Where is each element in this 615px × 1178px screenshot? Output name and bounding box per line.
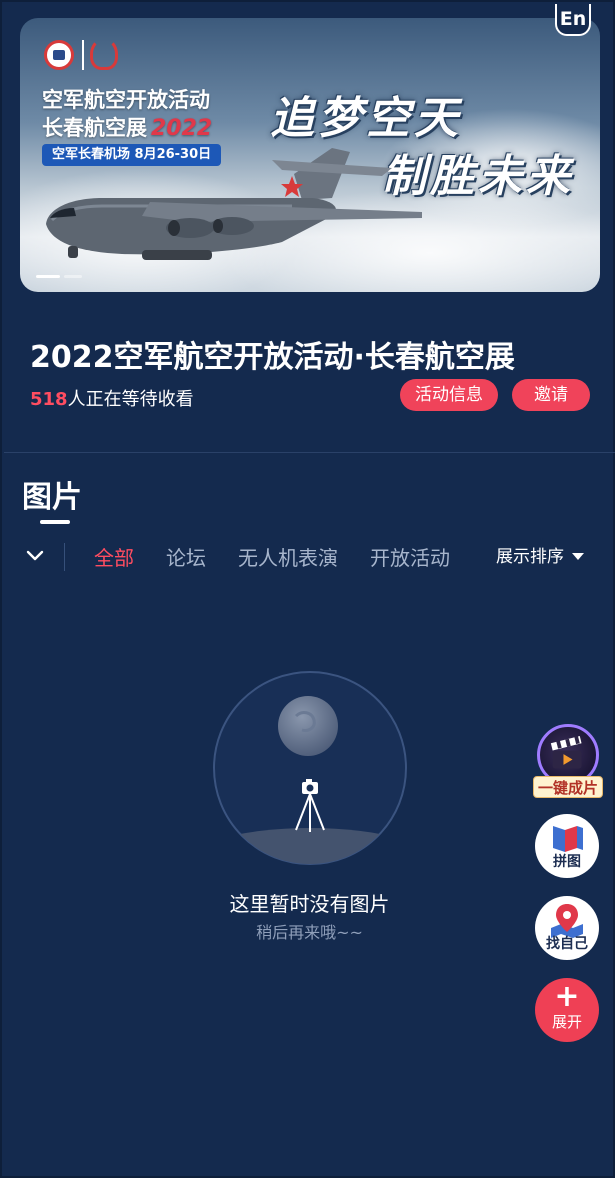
find-myself-label: 找自己	[546, 936, 588, 952]
pagination-dot-active[interactable]	[36, 275, 60, 278]
plus-icon: +	[554, 979, 580, 1014]
tab-forum[interactable]: 论坛	[166, 540, 206, 576]
event-banner[interactable]: 空军航空开放活动 长春航空展 2022 空军长春机场 8月26-30日 追梦空天 …	[20, 18, 600, 292]
airshow-logo-icon	[90, 38, 118, 70]
tabs-fade	[452, 538, 482, 578]
banner-title-line2: 长春航空展 2022	[42, 112, 212, 142]
banner-year: 2022	[151, 116, 213, 141]
empty-state-subtitle: 稍后再来哦~~	[256, 923, 363, 942]
banner-title-line1: 空军航空开放活动	[42, 88, 210, 112]
section-title-underline	[40, 520, 70, 524]
tab-drone-show[interactable]: 无人机表演	[238, 540, 338, 576]
category-tabs[interactable]: 全部 论坛 无人机表演 开放活动	[78, 540, 470, 576]
invite-button[interactable]: 邀请	[512, 379, 590, 411]
airforce-logo-icon	[44, 40, 74, 70]
event-title: 2022空军航空开放活动·长春航空展	[30, 340, 515, 375]
empty-photo-illustration	[213, 671, 407, 865]
one-click-video-button[interactable]: 一键成片	[531, 710, 603, 798]
viewer-count-suffix: 人正在等待收看	[67, 389, 194, 410]
section-divider	[4, 452, 615, 453]
sort-button[interactable]: 展示排序	[482, 542, 584, 572]
section-title: 图片	[22, 480, 82, 515]
collage-label: 拼图	[553, 854, 581, 870]
sort-label: 展示排序	[496, 547, 564, 567]
pagination-dot[interactable]	[64, 275, 82, 278]
event-info-button[interactable]: 活动信息	[400, 379, 498, 411]
logo-divider	[82, 40, 84, 70]
tab-open-activity[interactable]: 开放活动	[370, 540, 450, 576]
expand-button[interactable]: + 展开	[535, 978, 599, 1042]
expand-label: 展开	[551, 1013, 582, 1031]
find-myself-button[interactable]: 找自己	[535, 896, 599, 960]
banner-pagination[interactable]	[36, 263, 86, 282]
transport-plane-image	[46, 148, 422, 260]
tab-separator	[64, 543, 65, 571]
banner-title-text: 长春航空展	[42, 116, 147, 140]
viewer-count-text: 518人正在等待收看	[30, 385, 194, 411]
language-toggle-button[interactable]: En	[555, 4, 591, 36]
chevron-down-icon[interactable]	[24, 544, 46, 566]
app-frame: 空军航空开放活动 长春航空展 2022 空军长春机场 8月26-30日 追梦空天 …	[0, 0, 615, 1178]
viewer-count: 518	[30, 389, 68, 410]
collage-button[interactable]: 拼图	[535, 814, 599, 878]
tab-all[interactable]: 全部	[94, 540, 134, 576]
banner-slogan-line1: 追梦空天	[270, 93, 462, 144]
empty-state-title: 这里暂时没有图片	[229, 892, 390, 916]
one-click-label: 一键成片	[533, 776, 603, 798]
caret-down-icon	[572, 553, 584, 560]
